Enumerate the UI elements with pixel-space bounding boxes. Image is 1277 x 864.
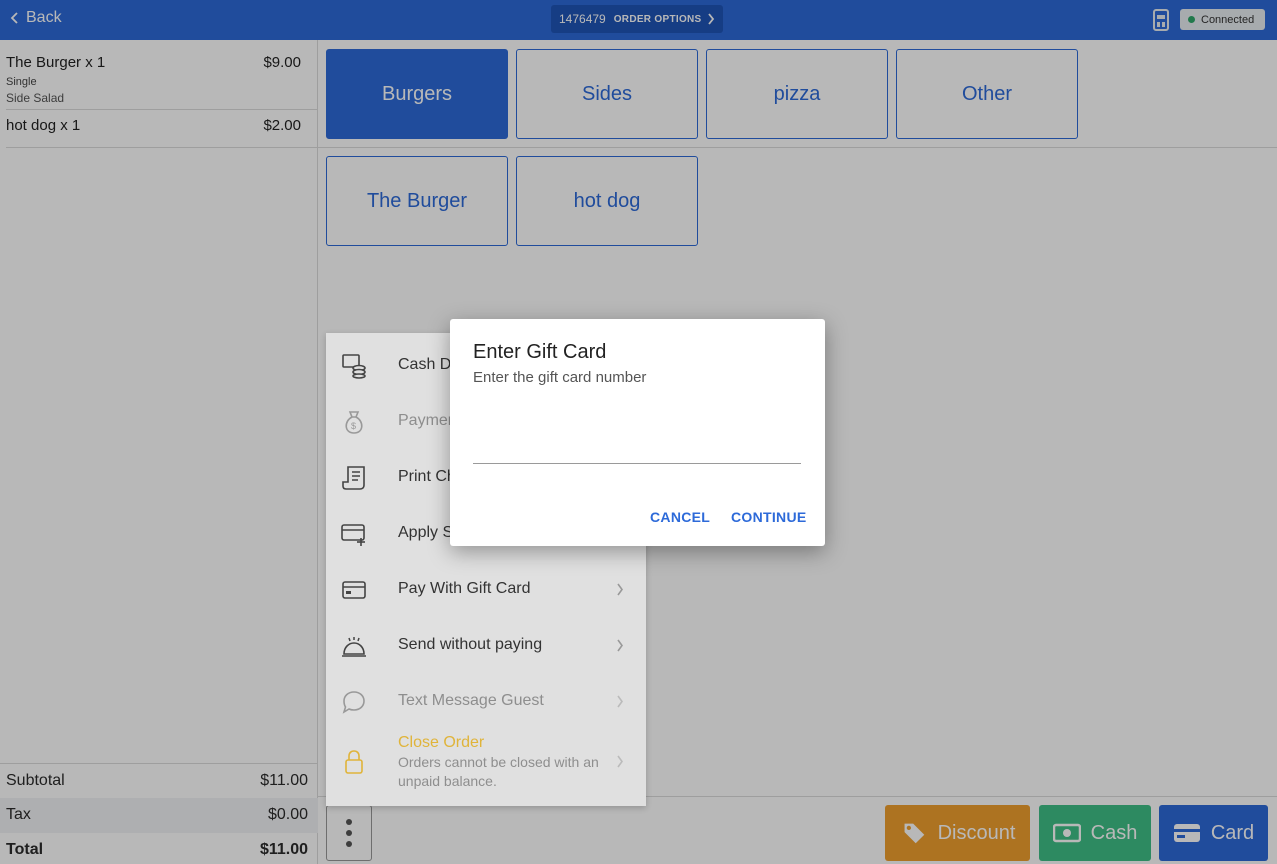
money-bag-icon: $ <box>345 411 363 434</box>
menu-item-sublabel: Orders cannot be closed with an unpaid b… <box>398 754 599 789</box>
menu-item-label: Cash D <box>398 356 452 373</box>
service-bell-icon <box>342 637 366 657</box>
lock-icon <box>345 750 363 774</box>
menu-item-label: Print Ch <box>398 468 456 485</box>
dialog-title: Enter Gift Card <box>473 341 607 363</box>
chevron-right-icon <box>617 695 623 708</box>
menu-item-text-message-guest[interactable]: Text Message Guest <box>326 673 646 729</box>
menu-item-close-order[interactable]: Close Order Orders cannot be closed with… <box>326 733 646 793</box>
gift-card-icon <box>342 581 366 599</box>
gift-card-dialog: Enter Gift Card Enter the gift card numb… <box>450 319 825 546</box>
menu-item-label: Pay With Gift Card <box>398 580 531 597</box>
menu-item-pay-with-gift-card[interactable]: Pay With Gift Card <box>326 561 646 617</box>
chevron-right-icon <box>617 583 623 596</box>
chat-bubble-icon <box>342 691 365 714</box>
menu-item-label: Apply S <box>398 524 454 541</box>
menu-item-label: Close Order <box>398 734 485 751</box>
card-plus-icon <box>341 524 365 546</box>
menu-item-label: Paymen <box>398 412 457 429</box>
continue-button[interactable]: CONTINUE <box>731 509 807 525</box>
cancel-button[interactable]: CANCEL <box>650 509 710 525</box>
chevron-right-icon <box>617 639 623 652</box>
menu-item-label: Send without paying <box>398 636 543 653</box>
gift-card-number-input[interactable] <box>473 434 801 464</box>
menu-item-send-without-paying[interactable]: Send without paying <box>326 617 646 673</box>
chevron-right-icon <box>617 755 623 768</box>
receipt-icon <box>342 466 365 490</box>
cash-drawer-icon <box>342 354 366 379</box>
dialog-subtitle: Enter the gift card number <box>473 369 647 386</box>
svg-text:$: $ <box>351 421 356 431</box>
menu-item-label: Text Message Guest <box>398 692 544 709</box>
